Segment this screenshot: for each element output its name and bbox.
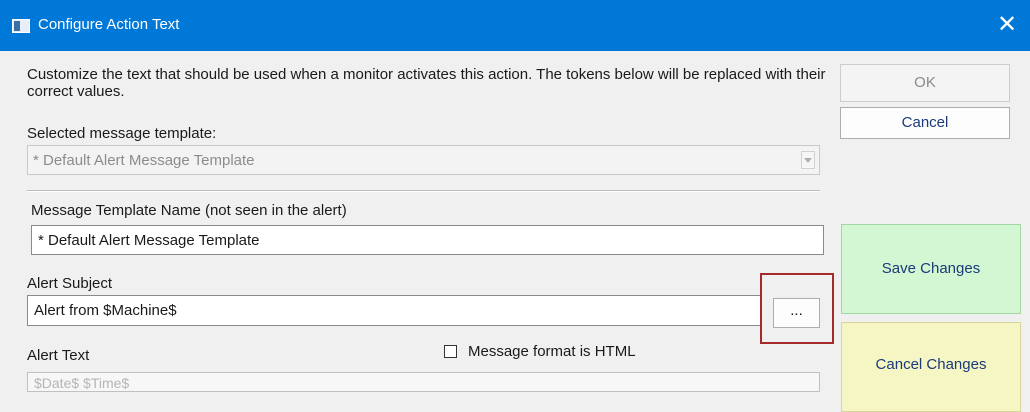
template-name-field[interactable]: * Default Alert Message Template (31, 225, 824, 255)
ok-button[interactable]: OK (840, 64, 1010, 102)
html-format-checkbox[interactable] (444, 345, 457, 358)
template-selector-label: Selected message template: (27, 125, 217, 142)
intro-text: Customize the text that should be used w… (27, 66, 826, 100)
save-changes-button[interactable]: Save Changes (841, 224, 1021, 314)
title-bar: Configure Action Text ✕ (0, 0, 1030, 51)
alert-subject-field[interactable]: Alert from $Machine$ (27, 295, 762, 326)
alert-text-label: Alert Text (27, 347, 90, 364)
window-icon (12, 19, 30, 33)
html-format-label: Message format is HTML (468, 343, 636, 360)
window-title: Configure Action Text (38, 16, 180, 33)
alert-text-field[interactable]: $Date$ $Time$ (27, 372, 820, 392)
template-selector-value: * Default Alert Message Template (33, 152, 255, 169)
alert-subject-label: Alert Subject (27, 275, 113, 292)
template-name-label: Message Template Name (not seen in the a… (31, 202, 347, 219)
template-selector-combo[interactable]: * Default Alert Message Template (27, 145, 820, 175)
cancel-changes-button[interactable]: Cancel Changes (841, 322, 1021, 412)
close-icon[interactable]: ✕ (992, 10, 1022, 40)
separator (27, 190, 820, 192)
chevron-down-icon[interactable] (801, 151, 815, 169)
insert-token-button[interactable]: ... (773, 298, 820, 328)
cancel-button[interactable]: Cancel (840, 107, 1010, 139)
